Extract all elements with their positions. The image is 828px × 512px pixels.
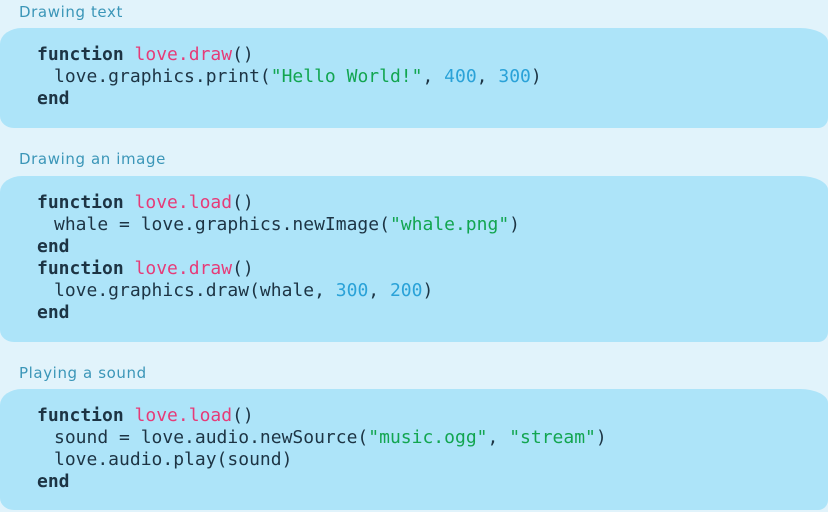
code-line: function love.load() [37,192,828,214]
code-text: sound = love.audio.newSource( [54,427,369,448]
code-line: whale = love.graphics.newImage("whale.pn… [37,214,828,236]
code-line: love.graphics.print("Hello World!", 400,… [37,66,828,88]
code-text: love.graphics.print( [54,66,271,87]
section-title-drawing-image: Drawing an image [19,150,166,168]
code-text: , [422,66,445,87]
code-text: ) [530,66,542,87]
code-line: function love.draw() [37,44,828,66]
section-title-playing-sound: Playing a sound [19,364,147,382]
code-text: () [232,44,254,65]
code-block-drawing-text: function love.draw() love.graphics.print… [0,28,828,128]
code-text: , [476,66,499,87]
keyword-function: function [37,192,124,213]
code-text: ) [595,427,607,448]
code-block-playing-sound: function love.load() sound = love.audio.… [0,389,828,510]
keyword-end: end [37,471,70,492]
keyword-function: function [37,258,124,279]
string-literal: "stream" [509,427,596,448]
code-line: love.audio.play(sound) [37,449,828,471]
code-text: , [368,280,390,301]
string-literal: "Hello World!" [270,66,423,87]
keyword-function: function [37,405,124,426]
number-literal: 200 [389,280,423,301]
code-text: () [232,258,254,279]
code-line: end [37,236,828,258]
section-title-drawing-text: Drawing text [19,3,123,21]
code-text: love.graphics.draw(whale, [54,280,336,301]
code-text: love.audio.play(sound) [54,449,293,470]
function-name: love.load [134,405,233,426]
code-text: whale = love.graphics.newImage( [54,214,390,235]
number-literal: 300 [498,66,531,87]
code-line: end [37,302,828,324]
string-literal: "whale.png" [389,214,510,235]
code-text: , [487,427,510,448]
code-block-drawing-image: function love.load() whale = love.graphi… [0,176,828,342]
code-line: function love.load() [37,405,828,427]
keyword-end: end [37,236,70,257]
function-name: love.draw [134,44,233,65]
number-literal: 300 [335,280,369,301]
number-literal: 400 [444,66,477,87]
string-literal: "music.ogg" [368,427,488,448]
function-name: love.draw [134,258,233,279]
code-line: function love.draw() [37,258,828,280]
code-line: end [37,88,828,110]
keyword-function: function [37,44,124,65]
code-text: () [232,405,254,426]
function-name: love.load [134,192,233,213]
code-text: ) [422,280,434,301]
code-text: ) [509,214,521,235]
code-line: end [37,471,828,493]
keyword-end: end [37,88,70,109]
code-line: sound = love.audio.newSource("music.ogg"… [37,427,828,449]
keyword-end: end [37,302,70,323]
code-line: love.graphics.draw(whale, 300, 200) [37,280,828,302]
code-text: () [232,192,254,213]
